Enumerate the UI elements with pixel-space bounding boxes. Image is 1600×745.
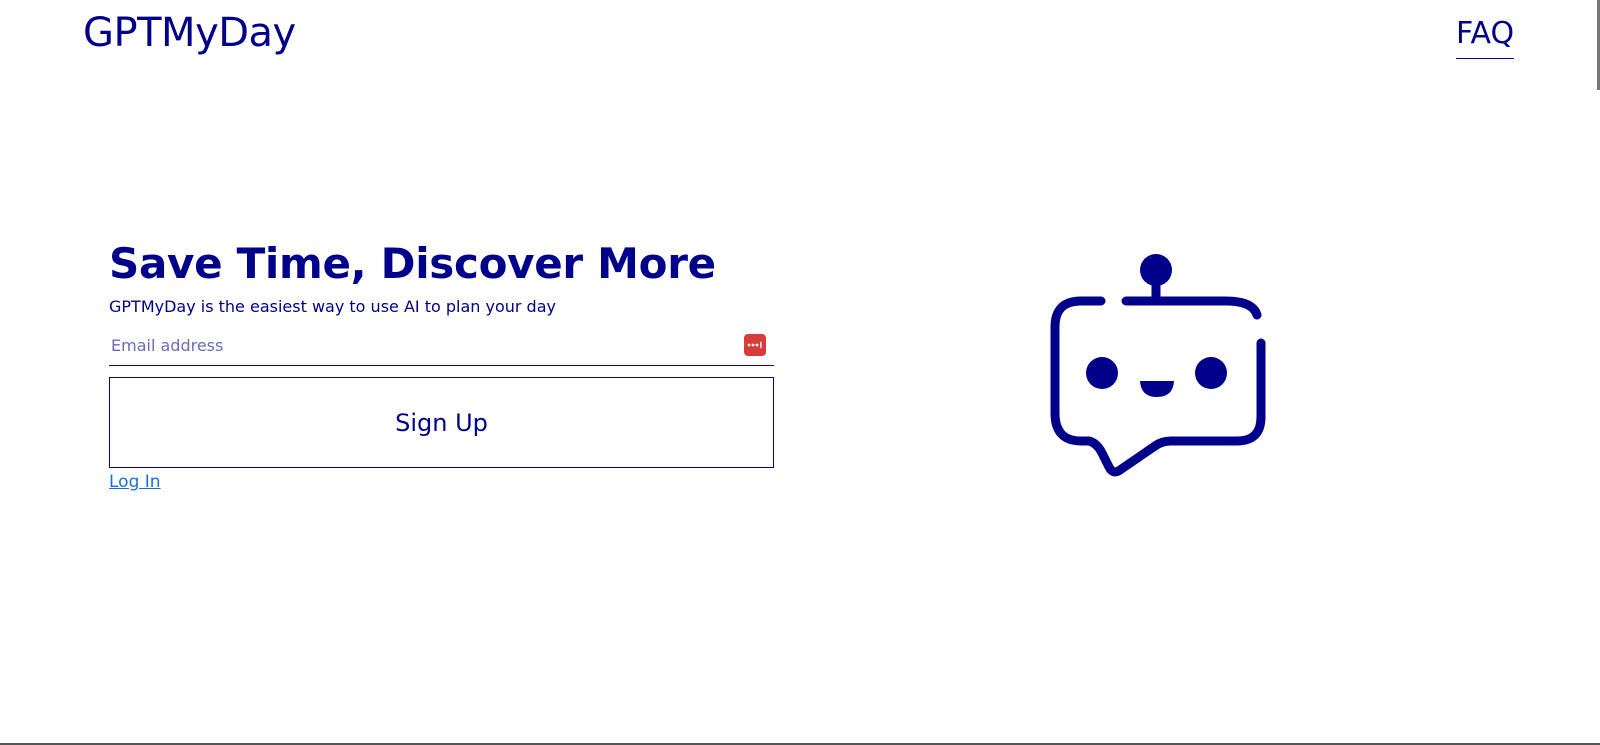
password-manager-icon[interactable] (744, 334, 766, 356)
hero-section: Save Time, Discover More GPTMyDay is the… (109, 236, 774, 494)
brand-logo-text[interactable]: GPTMyDay (83, 8, 296, 58)
faq-link[interactable]: FAQ (1456, 14, 1515, 59)
email-field-wrapper (109, 328, 774, 366)
email-field[interactable] (109, 328, 723, 362)
page-subtitle: GPTMyDay is the easiest way to use AI to… (109, 297, 556, 316)
login-link[interactable]: Log In (109, 470, 161, 494)
signup-button[interactable]: Sign Up (109, 377, 774, 468)
page-title: Save Time, Discover More (109, 239, 716, 288)
robot-chat-icon (1050, 254, 1266, 477)
landing-page: GPTMyDay FAQ Save Time, Discover More GP… (0, 0, 1600, 745)
